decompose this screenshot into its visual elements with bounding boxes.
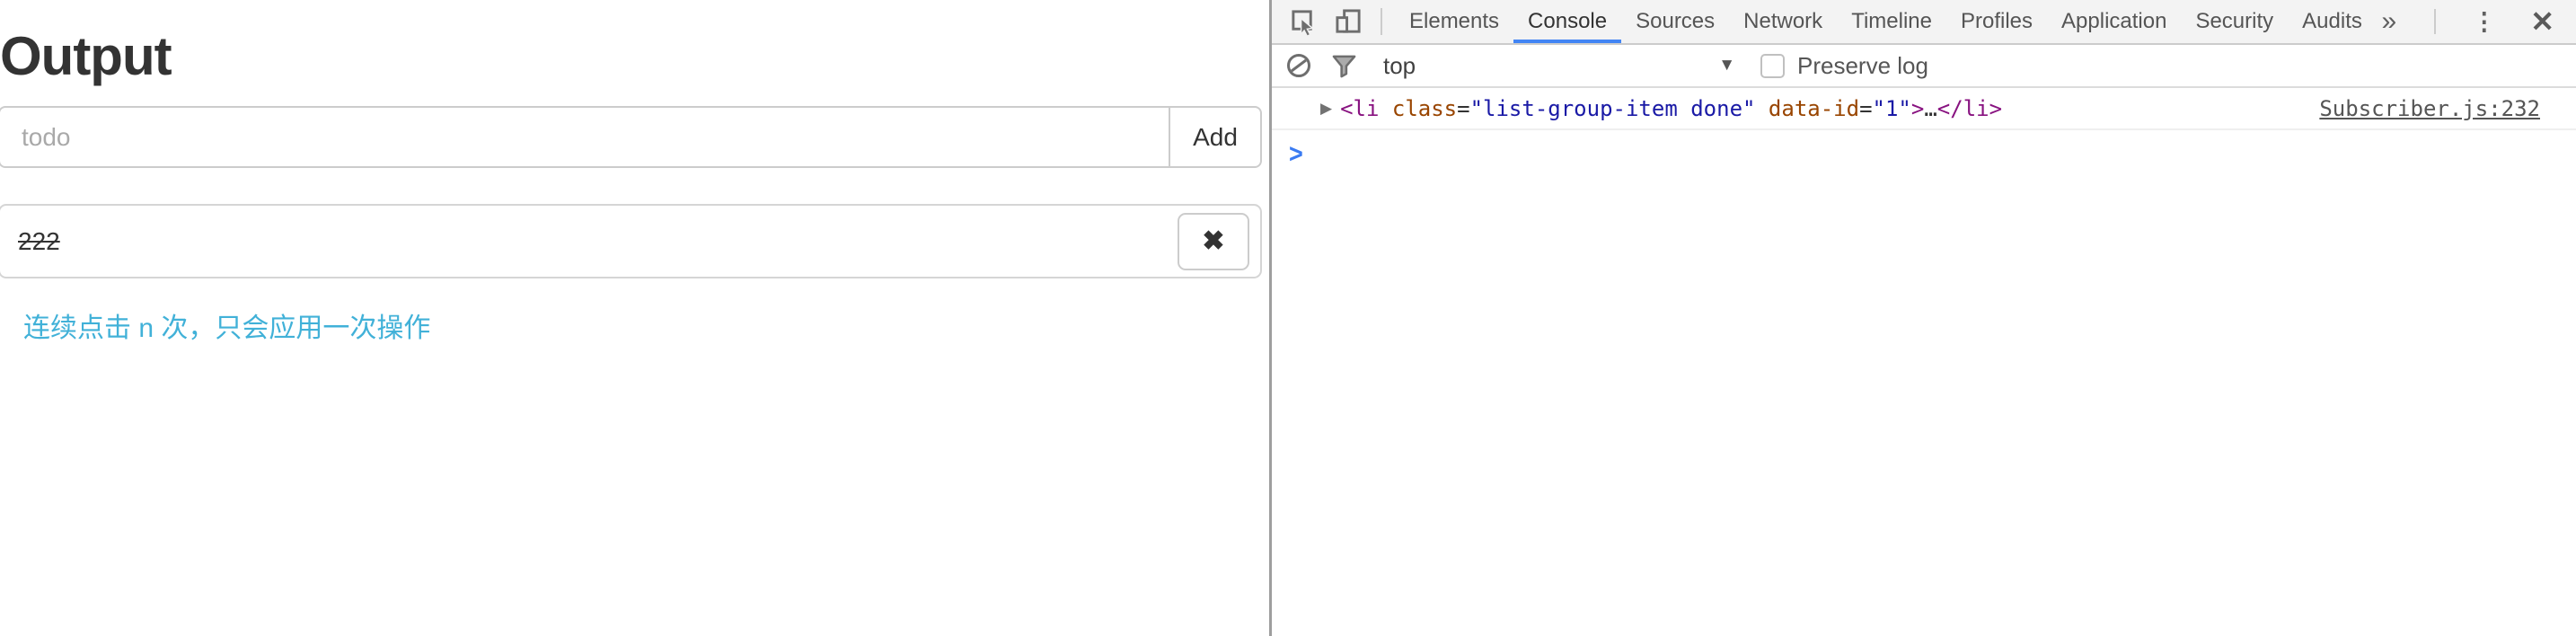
tabbar-right-controls: » ⋮ ✕ bbox=[2382, 0, 2576, 43]
code-token-tag: > bbox=[1911, 96, 1924, 121]
code-token-punct bbox=[1755, 96, 1768, 121]
app-window: Output Add 222 ✖ 连续点击 n 次，只会应用一次操作 bbox=[0, 0, 2576, 636]
devtools-tabbar: ElementsConsoleSourcesNetworkTimelinePro… bbox=[1272, 0, 2576, 45]
filter-icon[interactable] bbox=[1329, 51, 1358, 80]
add-button[interactable]: Add bbox=[1169, 106, 1262, 168]
code-token-attr: data-id bbox=[1769, 96, 1859, 121]
clear-console-icon[interactable] bbox=[1284, 51, 1313, 80]
tab-audits[interactable]: Audits bbox=[2288, 0, 2377, 43]
devtools-toolbar-icons bbox=[1272, 0, 1363, 43]
delete-todo-button[interactable]: ✖ bbox=[1178, 213, 1249, 270]
code-token-attr: class bbox=[1392, 96, 1457, 121]
todo-list-item[interactable]: 222 ✖ bbox=[0, 204, 1262, 278]
devtools-tabs: ElementsConsoleSourcesNetworkTimelinePro… bbox=[1395, 0, 2377, 43]
output-pane: Output Add 222 ✖ 连续点击 n 次，只会应用一次操作 bbox=[0, 0, 1269, 636]
tab-timeline[interactable]: Timeline bbox=[1837, 0, 1946, 43]
console-empty-area[interactable] bbox=[1272, 177, 2576, 636]
inspect-element-icon[interactable] bbox=[1289, 7, 1318, 36]
console-message-code[interactable]: <li class="list-group-item done" data-id… bbox=[1340, 96, 2002, 121]
tab-profiles[interactable]: Profiles bbox=[1946, 0, 2047, 43]
more-tabs-chevron-icon[interactable]: » bbox=[2382, 6, 2395, 37]
console-prompt-row[interactable]: > bbox=[1272, 130, 2576, 177]
code-token-tag: <li bbox=[1340, 96, 1392, 121]
console-log-row: ▶ <li class="list-group-item done" data-… bbox=[1272, 88, 2576, 130]
code-token-value: "1" bbox=[1873, 96, 1911, 121]
code-token-tag: </li> bbox=[1937, 96, 2002, 121]
tab-console[interactable]: Console bbox=[1513, 0, 1621, 43]
expand-triangle-icon[interactable]: ▶ bbox=[1320, 100, 1332, 118]
code-token-punct: = bbox=[1859, 96, 1872, 121]
tab-application[interactable]: Application bbox=[2047, 0, 2181, 43]
page-title: Output bbox=[0, 27, 172, 86]
devtools-close-icon[interactable]: ✕ bbox=[2530, 4, 2554, 39]
todo-item-text: 222 bbox=[18, 227, 1178, 256]
hint-text: 连续点击 n 次，只会应用一次操作 bbox=[23, 305, 430, 345]
devtools-menu-icon[interactable]: ⋮ bbox=[2472, 8, 2496, 36]
tab-network[interactable]: Network bbox=[1729, 0, 1837, 43]
context-selector-label: top bbox=[1383, 52, 1416, 80]
code-token-punct: … bbox=[1924, 96, 1936, 121]
todo-input-group: Add bbox=[0, 106, 1262, 168]
close-x-icon: ✖ bbox=[1202, 225, 1224, 257]
console-prompt-icon: > bbox=[1289, 138, 1303, 169]
console-filter-bar: top ▼ Preserve log bbox=[1272, 45, 2576, 88]
preserve-log-label: Preserve log bbox=[1797, 52, 1928, 80]
tab-elements[interactable]: Elements bbox=[1395, 0, 1513, 43]
code-token-value: "list-group-item done" bbox=[1470, 96, 1756, 121]
preserve-log-control[interactable]: Preserve log bbox=[1760, 52, 1928, 80]
tab-security[interactable]: Security bbox=[2181, 0, 2288, 43]
code-token-punct: = bbox=[1457, 96, 1469, 121]
execution-context-selector[interactable]: top ▼ bbox=[1383, 52, 1735, 80]
tab-sources[interactable]: Sources bbox=[1621, 0, 1729, 43]
tabbar-separator bbox=[2434, 9, 2436, 34]
source-location-link[interactable]: Subscriber.js:232 bbox=[2319, 96, 2540, 121]
toolbar-separator bbox=[1381, 8, 1382, 35]
device-toolbar-icon[interactable] bbox=[1334, 7, 1363, 36]
devtools-panel: ElementsConsoleSourcesNetworkTimelinePro… bbox=[1272, 0, 2576, 636]
preserve-log-checkbox[interactable] bbox=[1760, 54, 1785, 78]
chevron-down-icon: ▼ bbox=[1718, 56, 1735, 75]
todo-input[interactable] bbox=[0, 106, 1170, 168]
